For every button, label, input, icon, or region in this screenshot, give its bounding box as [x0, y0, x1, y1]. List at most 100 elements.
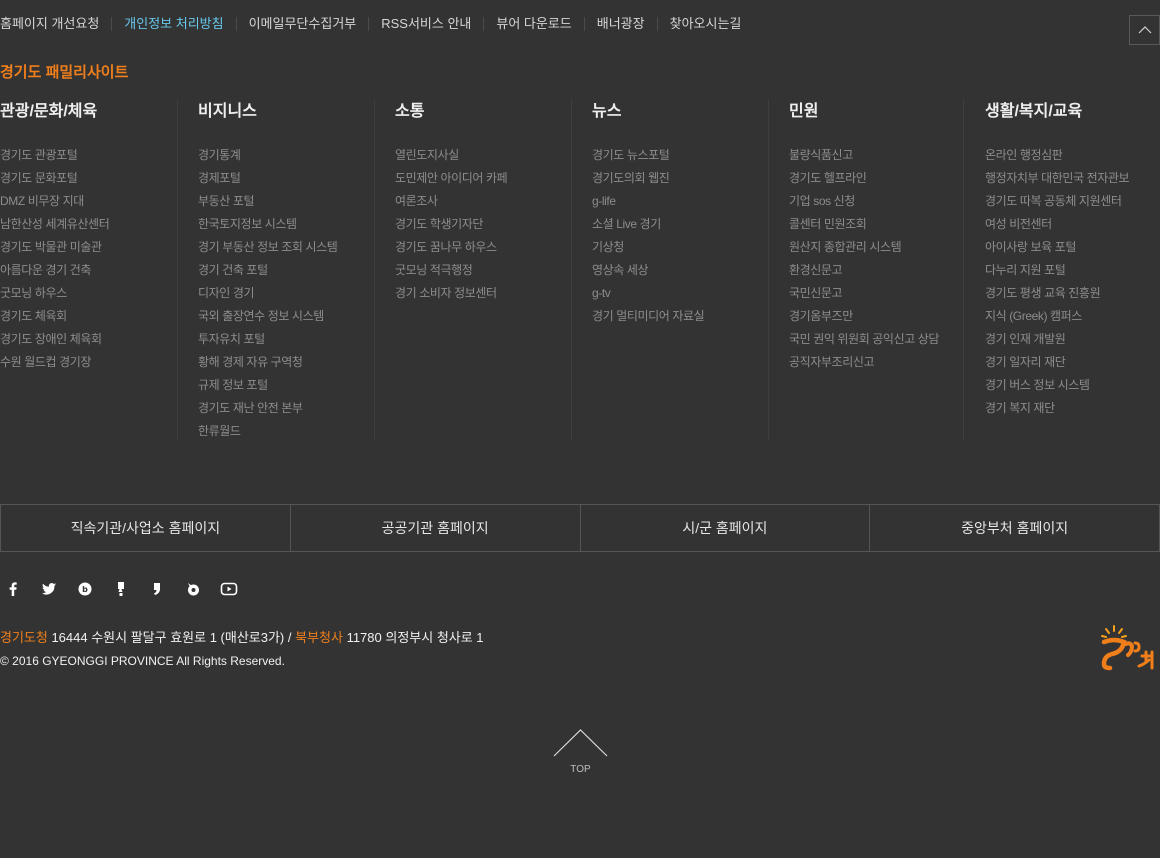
link-viewer-download[interactable]: 뷰어 다운로드 [483, 17, 583, 31]
column-title: 민원 [789, 103, 819, 120]
affiliated-sites-button[interactable]: 직속기관/사업소 홈페이지 [1, 505, 290, 551]
kakaotalk-icon[interactable] [148, 578, 184, 600]
family-site-link[interactable]: 경기 버스 정보 시스템 [985, 374, 1160, 397]
column-welfare: 생활/복지/교육 온라인 행정심판 행정자치부 대한민국 전자관보 경기도 따복 공… [963, 100, 1160, 440]
family-site-link[interactable]: 한류월드 [198, 420, 374, 443]
link-improvement-request[interactable]: 홈페이지 개선요청 [0, 17, 111, 31]
family-site-link[interactable]: 행정자치부 대한민국 전자관보 [985, 167, 1160, 190]
family-site-link[interactable]: 경기옴부즈만 [789, 305, 965, 328]
column-list: 온라인 행정심판 행정자치부 대한민국 전자관보 경기도 따복 공동체 지원센터 여성… [985, 144, 1160, 420]
gyeonggi-office-address: 16444 수원시 팔달구 효원로 1 (매산로3가) / [47, 630, 296, 645]
pinterest-icon[interactable] [184, 578, 220, 600]
family-site-link[interactable]: g-life [592, 190, 768, 213]
family-site-link[interactable]: 수원 월드컵 경기장 [0, 351, 197, 374]
link-rss-guide[interactable]: RSS서비스 안내 [368, 17, 483, 31]
family-site-link[interactable]: 경기도 따복 공동체 지원센터 [985, 190, 1160, 213]
public-institutions-button[interactable]: 공공기관 홈페이지 [289, 505, 580, 551]
family-site-link[interactable]: 다누리 지원 포털 [985, 259, 1160, 282]
chevron-up-icon [1138, 26, 1151, 34]
youtube-icon[interactable] [220, 578, 256, 600]
family-site-link[interactable]: 경기 건축 포털 [198, 259, 374, 282]
family-site-link[interactable]: 아름다운 경기 건축 [0, 259, 197, 282]
family-site-link[interactable]: 디자인 경기 [198, 282, 374, 305]
family-site-link[interactable]: 경기도 박물관 미술관 [0, 236, 197, 259]
family-site-link[interactable]: 원산지 종합관리 시스템 [789, 236, 965, 259]
good-morning-gyeonggi-logo [1095, 622, 1160, 674]
family-site-link[interactable]: 경기통계 [198, 144, 374, 167]
family-site-link[interactable]: 남한산성 세계유산센터 [0, 213, 197, 236]
facebook-icon[interactable] [4, 578, 40, 600]
family-site-link[interactable]: 도민제안 아이디어 카페 [395, 167, 571, 190]
column-title: 비지니스 [198, 103, 257, 120]
family-site-link[interactable]: 불량식품신고 [789, 144, 965, 167]
family-site-link[interactable]: 아이사랑 보육 포털 [985, 236, 1160, 259]
link-banner-plaza[interactable]: 배너광장 [583, 17, 657, 31]
family-site-link[interactable]: 소셜 Live 경기 [592, 213, 768, 236]
column-tourism: 관광/문화/체육 경기도 관광포털 경기도 문화포털 DMZ 비무장 지대 남한산성 … [0, 100, 197, 440]
family-site-link[interactable]: 굿모닝 하우스 [0, 282, 197, 305]
footer-top-links: 홈페이지 개선요청 개인정보 처리방침 이메일무단수집거부 RSS서비스 안내 … [0, 14, 753, 34]
family-site-link[interactable]: 경기도 관광포털 [0, 144, 197, 167]
family-site-link[interactable]: 경기 일자리 재단 [985, 351, 1160, 374]
twitter-icon[interactable] [40, 578, 76, 600]
link-privacy-policy[interactable]: 개인정보 처리방침 [111, 17, 235, 31]
family-site-link[interactable]: 온라인 행정심판 [985, 144, 1160, 167]
family-site-link[interactable]: 기상청 [592, 236, 768, 259]
family-site-link[interactable]: 콜센터 민원조회 [789, 213, 965, 236]
family-site-link[interactable]: 경기도 꿈나무 하우스 [395, 236, 571, 259]
family-site-link[interactable]: 부동산 포털 [198, 190, 374, 213]
scroll-top-button[interactable] [1129, 15, 1160, 45]
family-site-link[interactable]: 여론조사 [395, 190, 571, 213]
city-county-button[interactable]: 시/군 홈페이지 [579, 505, 870, 551]
family-sites-title: 경기도 패밀리사이트 [0, 64, 129, 81]
family-site-link[interactable]: 국외 출장연수 정보 시스템 [198, 305, 374, 328]
column-list: 경기도 뉴스포털 경기도의회 웹진 g-life 소셜 Live 경기 기상청 영상속 세… [592, 144, 768, 328]
column-title: 생활/복지/교육 [985, 103, 1083, 120]
link-directions[interactable]: 찾아오시는길 [656, 17, 754, 31]
svg-text:b: b [82, 585, 88, 594]
kakaostory-icon[interactable] [112, 578, 148, 600]
bottom-top-button[interactable]: TOP [553, 728, 608, 780]
link-email-refusal[interactable]: 이메일무단수집거부 [235, 17, 369, 31]
blog-icon[interactable]: b [76, 578, 112, 600]
family-site-link[interactable]: 황해 경제 자유 구역청 [198, 351, 374, 374]
column-communication: 소통 열린도지사실 도민제안 아이디어 카페 여론조사 경기도 학생기자단 경기도 꿈나… [374, 100, 571, 440]
family-site-link[interactable]: 경제포털 [198, 167, 374, 190]
sns-links: b [4, 578, 256, 600]
family-site-link[interactable]: 굿모닝 적극행정 [395, 259, 571, 282]
family-site-link[interactable]: 경기도 재난 안전 본부 [198, 397, 374, 420]
family-site-link[interactable]: 경기도의회 웹진 [592, 167, 768, 190]
family-site-link[interactable]: DMZ 비무장 지대 [0, 190, 197, 213]
family-site-link[interactable]: 열린도지사실 [395, 144, 571, 167]
family-site-link[interactable]: 경기도 평생 교육 진흥원 [985, 282, 1160, 305]
family-site-link[interactable]: 경기 복지 재단 [985, 397, 1160, 420]
family-site-link[interactable]: 경기 소비자 정보센터 [395, 282, 571, 305]
family-site-link[interactable]: 규제 정보 포털 [198, 374, 374, 397]
family-site-link[interactable]: 국민신문고 [789, 282, 965, 305]
family-site-link[interactable]: 경기도 헬프라인 [789, 167, 965, 190]
family-site-link[interactable]: 환경신문고 [789, 259, 965, 282]
family-site-link[interactable]: 경기도 장애인 체육회 [0, 328, 197, 351]
family-site-link[interactable]: 공직자부조리신고 [789, 351, 965, 374]
family-site-link[interactable]: 투자유치 포털 [198, 328, 374, 351]
family-site-link[interactable]: 기업 sos 신청 [789, 190, 965, 213]
family-site-link[interactable]: g-tv [592, 282, 768, 305]
family-site-link[interactable]: 국민 권익 위원회 공익신고 상담 [789, 328, 965, 351]
chevron-up-icon [553, 729, 608, 757]
family-site-link[interactable]: 경기 인재 개발원 [985, 328, 1160, 351]
family-site-link[interactable]: 경기도 문화포털 [0, 167, 197, 190]
gyeonggi-office-label: 경기도청 [0, 630, 48, 645]
column-business: 비지니스 경기통계 경제포털 부동산 포털 한국토지정보 시스템 경기 부동산 정보 조… [177, 100, 374, 440]
family-site-link[interactable]: 경기 부동산 정보 조회 시스템 [198, 236, 374, 259]
family-site-link[interactable]: 여성 비전센터 [985, 213, 1160, 236]
family-sites-columns: 관광/문화/체육 경기도 관광포털 경기도 문화포털 DMZ 비무장 지대 남한산성 … [0, 100, 1160, 445]
family-site-link[interactable]: 한국토지정보 시스템 [198, 213, 374, 236]
family-site-link[interactable]: 영상속 세상 [592, 259, 768, 282]
family-site-link[interactable]: 경기도 학생기자단 [395, 213, 571, 236]
family-site-link[interactable]: 경기도 뉴스포털 [592, 144, 768, 167]
family-site-link[interactable]: 지식 (Greek) 캠퍼스 [985, 305, 1160, 328]
family-site-link[interactable]: 경기도 체육회 [0, 305, 197, 328]
central-government-button[interactable]: 중앙부처 홈페이지 [869, 505, 1159, 551]
north-office-address: 11780 의정부시 청사로 1 [342, 630, 484, 645]
family-site-link[interactable]: 경기 멀티미디어 자료실 [592, 305, 768, 328]
